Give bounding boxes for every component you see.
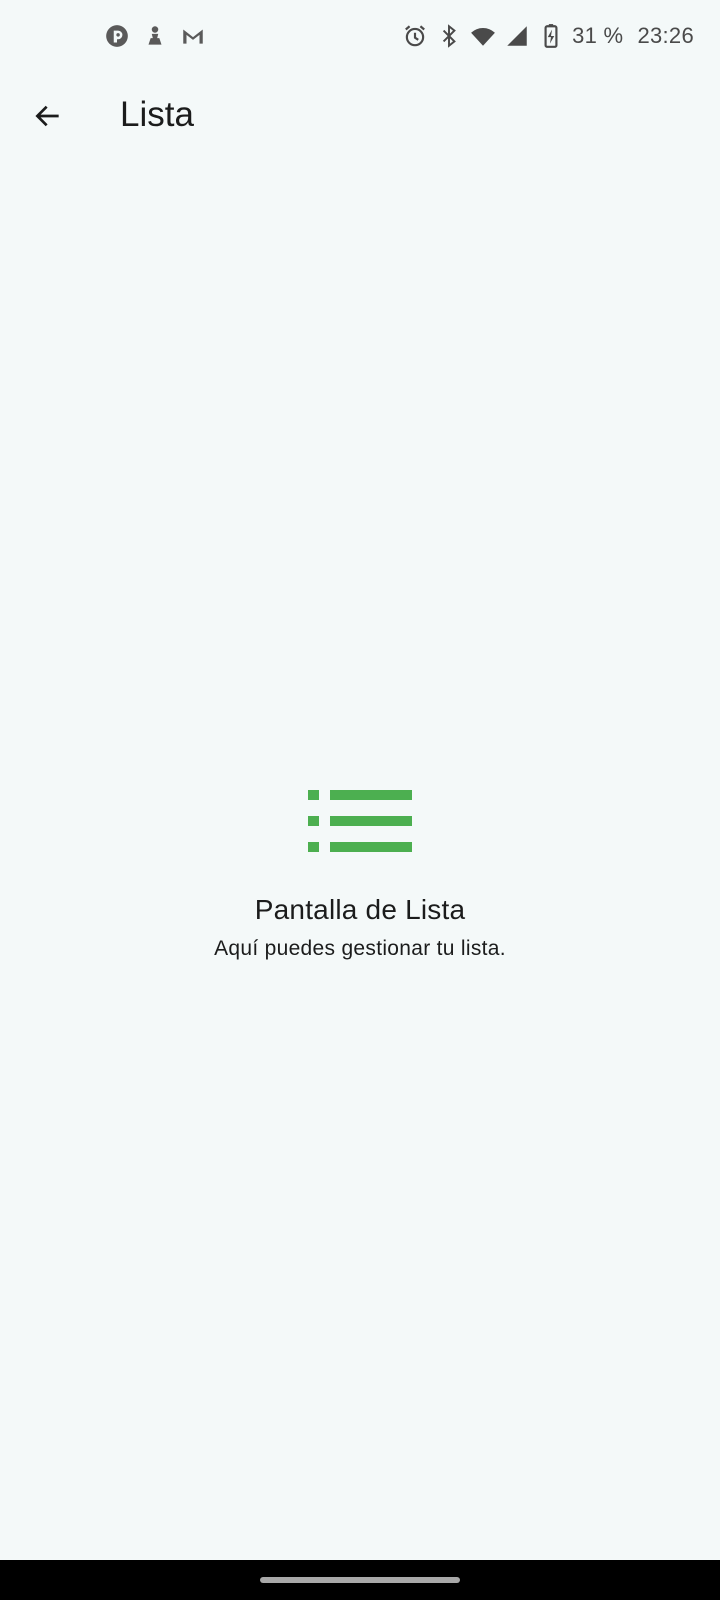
- clock: 23:26: [637, 23, 694, 48]
- screen: 31 % 23:26 Lista Pantalla de Lista Aquí …: [0, 0, 720, 1600]
- battery-percentage: 31 %: [572, 23, 624, 48]
- system-icons: 31 % 23:26: [402, 20, 694, 52]
- alarm-icon: [402, 23, 428, 49]
- battery-charging-icon: [538, 23, 564, 49]
- empty-state-subtitle: Aquí puedes gestionar tu lista.: [214, 937, 506, 960]
- empty-state: Pantalla de Lista Aquí puedes gestionar …: [0, 790, 720, 964]
- navigation-bar: [0, 1560, 720, 1600]
- signal-icon: [504, 23, 530, 49]
- arrow-back-icon: [35, 105, 59, 127]
- bluetooth-icon: [436, 23, 462, 49]
- wifi-icon: [470, 23, 496, 49]
- chess-pawn-icon: [142, 23, 168, 49]
- gmail-icon: [180, 23, 206, 49]
- notification-icons: [104, 22, 206, 50]
- list-icon: [308, 790, 412, 852]
- back-button[interactable]: [22, 90, 74, 142]
- app-bar: Lista: [0, 70, 720, 162]
- empty-state-title: Pantalla de Lista: [254, 894, 466, 925]
- pocket-casts-icon: [104, 23, 130, 49]
- status-bar: 31 % 23:26: [0, 0, 720, 70]
- page-title: Lista: [120, 95, 194, 134]
- home-indicator[interactable]: [260, 1577, 460, 1583]
